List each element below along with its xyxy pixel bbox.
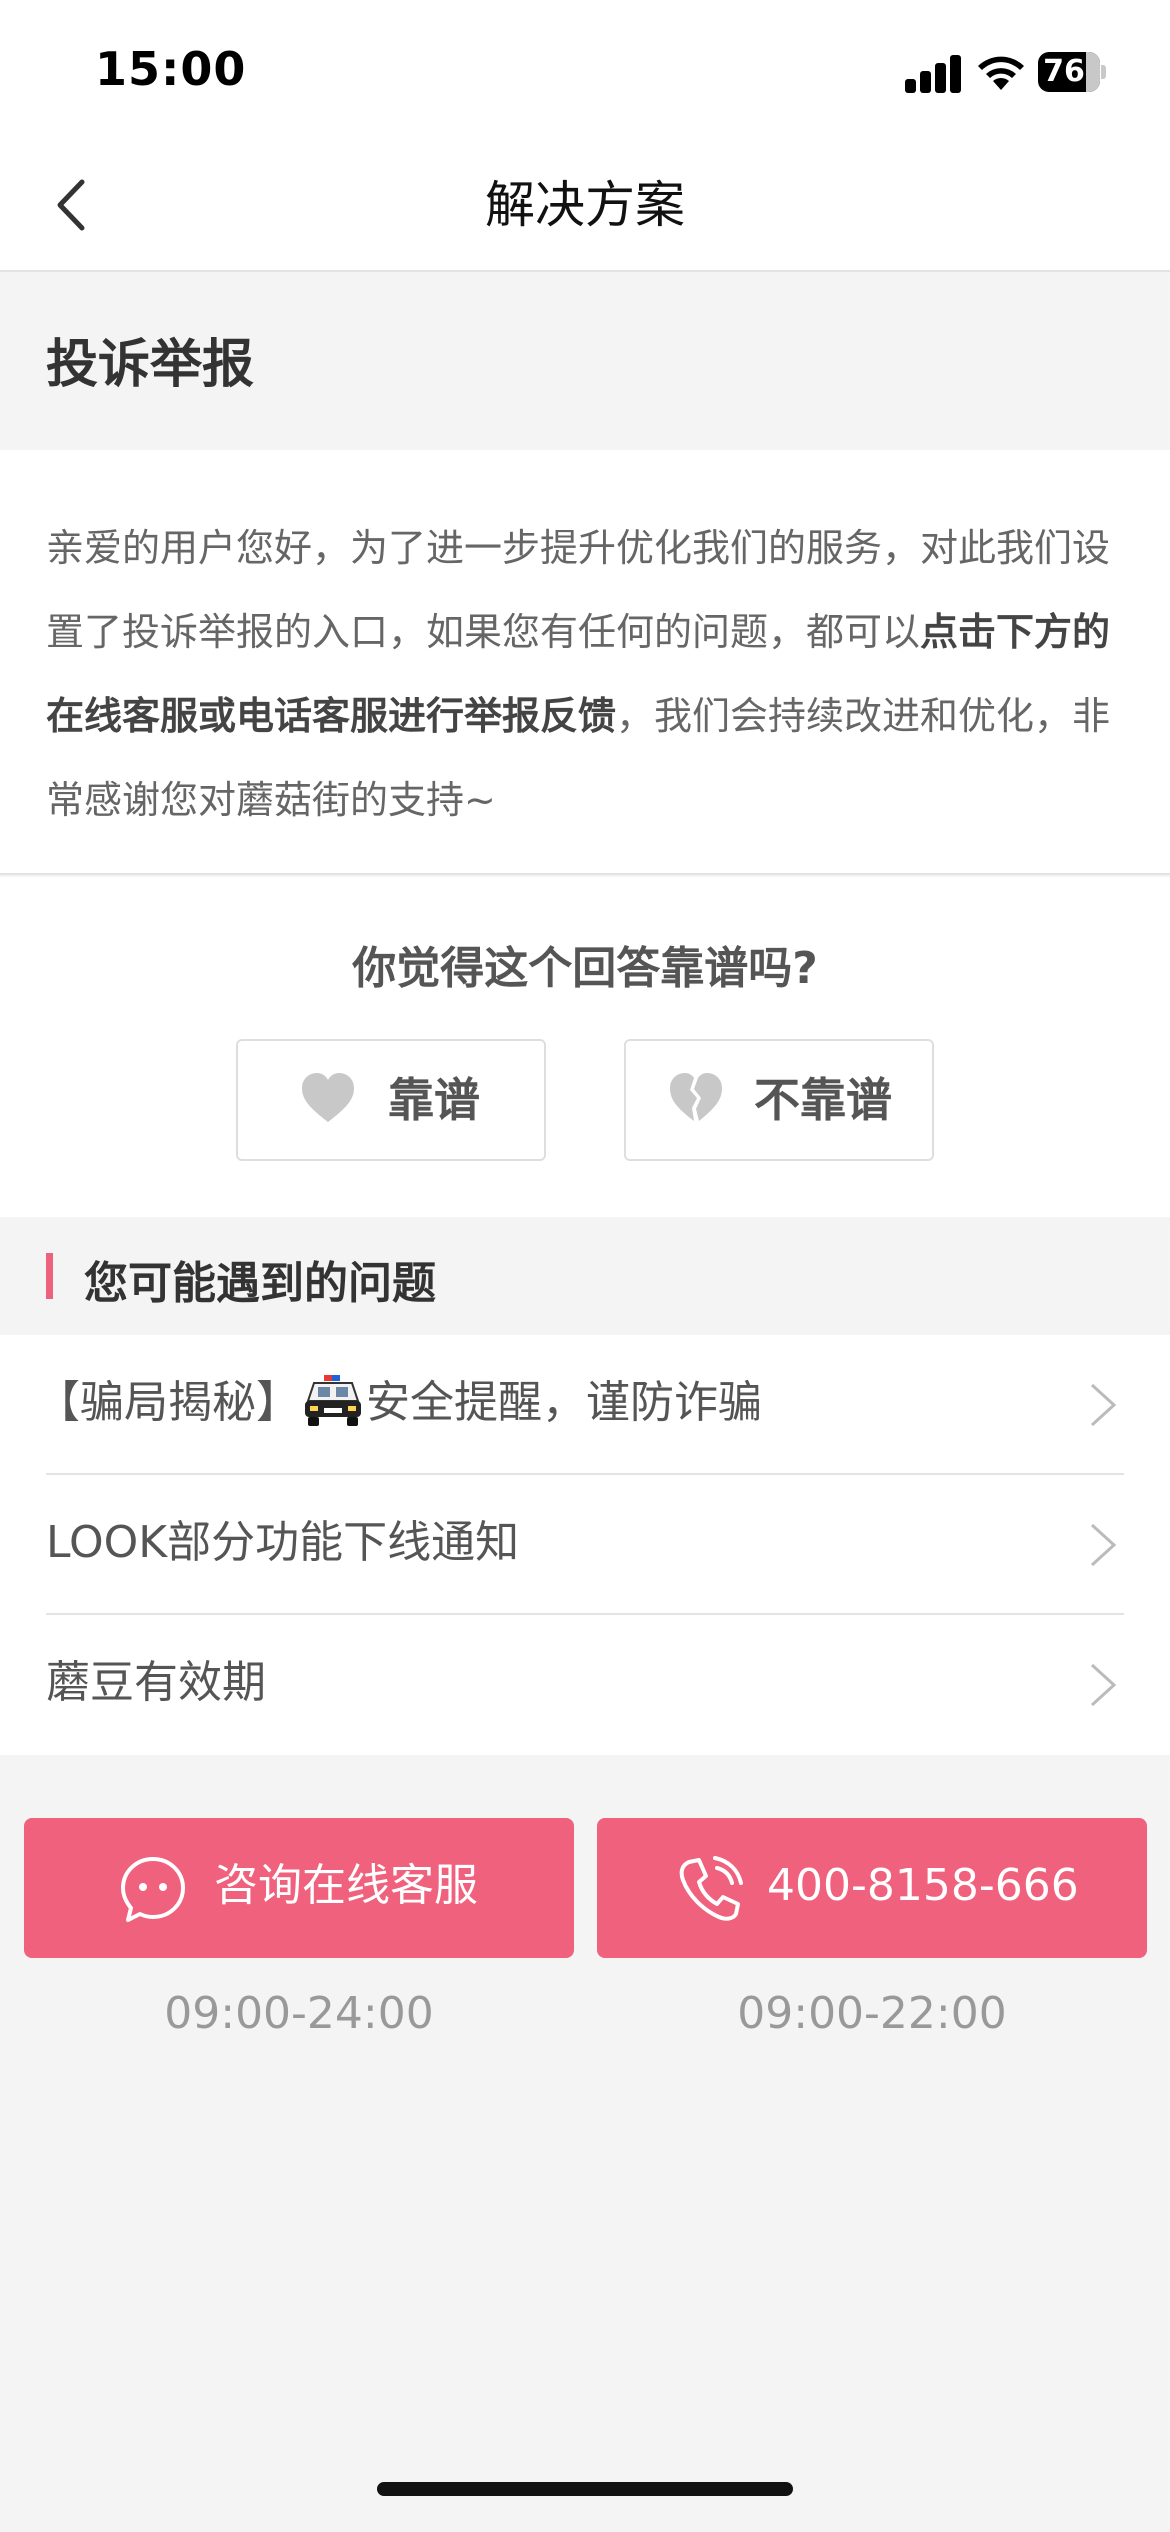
section-header: 投诉举报 xyxy=(0,272,1170,450)
online-service-hours: 09:00-24:00 xyxy=(164,1988,434,2039)
issue-item-label: 【骗局揭秘】 安全提醒，谨防诈骗 xyxy=(36,1335,762,1471)
phone-service-button[interactable]: 400-8158-666 xyxy=(597,1818,1147,1958)
cellular-signal-icon xyxy=(905,55,963,93)
status-bar: 15:00 76 xyxy=(0,0,1170,140)
accent-bar xyxy=(46,1253,53,1299)
police-car-icon xyxy=(305,1375,361,1426)
chat-bubble-icon xyxy=(121,1857,185,1922)
chevron-right-icon xyxy=(1090,1523,1117,1567)
home-indicator xyxy=(377,2482,793,2496)
battery-level: 76 xyxy=(1043,54,1085,89)
section-title: 投诉举报 xyxy=(46,335,255,395)
answer-text: 亲爱的用户您好，为了进一步提升优化我们的服务，对此我们设置了投诉举报的入口，如果… xyxy=(46,506,1126,842)
broken-heart-icon xyxy=(670,1073,722,1121)
issue-item-prefix: 【骗局揭秘】 xyxy=(36,1377,300,1428)
wifi-icon xyxy=(978,56,1024,90)
chevron-right-icon xyxy=(1090,1383,1117,1427)
helpful-label: 靠谱 xyxy=(388,1073,480,1127)
possible-issues-title: 您可能遇到的问题 xyxy=(84,1258,436,1309)
phone-icon xyxy=(679,1856,743,1921)
phone-number-label: 400-8158-666 xyxy=(767,1860,1079,1911)
not-helpful-button[interactable]: 不靠谱 xyxy=(624,1039,934,1161)
helpful-button[interactable]: 靠谱 xyxy=(236,1039,546,1161)
issue-item-label: LOOK部分功能下线通知 xyxy=(46,1517,520,1568)
page-title: 解决方案 xyxy=(485,176,685,234)
battery-icon: 76 xyxy=(1038,52,1106,92)
nav-bar: 解决方案 xyxy=(0,140,1170,272)
answer-panel: 亲爱的用户您好，为了进一步提升优化我们的服务，对此我们设置了投诉举报的入口，如果… xyxy=(0,450,1170,875)
online-service-label: 咨询在线客服 xyxy=(214,1860,478,1911)
not-helpful-label: 不靠谱 xyxy=(754,1073,892,1127)
online-service-button[interactable]: 咨询在线客服 xyxy=(24,1818,574,1958)
screen: 15:00 76 解决方案 投诉举报 亲爱的用户您好，为了进一步提升优化我们的服… xyxy=(0,0,1170,2532)
issues-list: 【骗局揭秘】 安全提醒，谨防诈骗 LOOK部分功能下线通知 蘑豆有效期 xyxy=(0,1335,1170,1755)
feedback-question: 你觉得这个回答靠谱吗? xyxy=(352,943,818,994)
possible-issues-header: 您可能遇到的问题 xyxy=(0,1217,1170,1335)
issue-item-suffix: 安全提醒，谨防诈骗 xyxy=(366,1377,762,1428)
feedback-panel: 你觉得这个回答靠谱吗? 靠谱 不靠谱 xyxy=(0,877,1170,1217)
issue-item-look-offline[interactable]: LOOK部分功能下线通知 xyxy=(0,1475,1170,1615)
status-time: 15:00 xyxy=(95,42,247,96)
heart-icon xyxy=(302,1073,354,1122)
phone-service-hours: 09:00-22:00 xyxy=(737,1988,1007,2039)
issue-item-label: 蘑豆有效期 xyxy=(46,1657,266,1708)
issue-item-modou-validity[interactable]: 蘑豆有效期 xyxy=(0,1615,1170,1755)
issue-item-scam-alert[interactable]: 【骗局揭秘】 安全提醒，谨防诈骗 xyxy=(0,1335,1170,1475)
chevron-right-icon xyxy=(1090,1663,1117,1707)
